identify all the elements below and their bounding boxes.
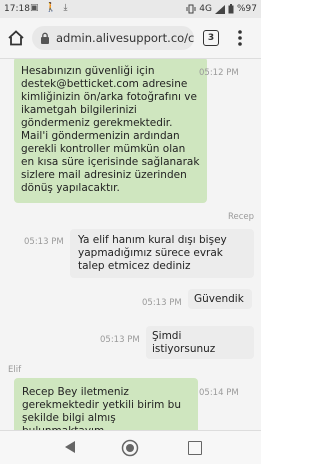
message-bubble-5: Recep Bey iletmeniz gerekmektedir yetkil… (14, 378, 198, 430)
vibrate-icon (186, 4, 196, 14)
network-type: 4G (199, 4, 212, 14)
status-right: 4G %97 (186, 4, 257, 14)
home-icon[interactable] (7, 29, 25, 47)
battery-percent: %97 (236, 4, 257, 14)
message-text-1: Hesabınızın güvenliği için destek@bettic… (21, 65, 200, 194)
sender-name-recep: Recep (228, 212, 255, 222)
status-bar: 17:18 ▣ 🚶 ⤓ 4G %97 (0, 0, 261, 18)
message-bubble-4: Şimdi istiyorsunuz (146, 326, 254, 359)
message-bubble-2: Ya elif hanım kural dışı bişey yapmadığı… (70, 229, 254, 278)
sim-icon: ▣ (30, 3, 41, 13)
walk-icon: 🚶 (45, 3, 59, 13)
message-bubble-3: Güvendik (188, 289, 252, 309)
status-notification-icons: ▣ 🚶 ⤓ (30, 3, 69, 13)
recents-icon[interactable] (188, 441, 202, 455)
browser-toolbar: admin.alivesupport.co/c 3 (0, 18, 261, 59)
tab-switcher-button[interactable]: 3 (203, 30, 219, 46)
status-time: 17:18 (4, 4, 30, 14)
back-icon[interactable] (64, 440, 76, 454)
message-time-2: 05:13 PM (24, 237, 64, 247)
message-text-4: Şimdi istiyorsunuz (152, 330, 216, 355)
battery-icon (228, 4, 234, 14)
sender-name-elif: Elif (8, 365, 22, 375)
url-text: admin.alivesupport.co/c (56, 31, 194, 45)
message-text-5: Recep Bey iletmeniz gerekmektedir yetkil… (22, 386, 181, 430)
home-circle-icon[interactable] (121, 439, 139, 457)
message-bubble-1: Hesabınızın güvenliği için destek@bettic… (14, 59, 207, 203)
lock-icon (41, 32, 49, 44)
system-nav-bar (0, 430, 261, 464)
message-text-3: Güvendik (194, 293, 244, 305)
chat-transcript: Hesabınızın güvenliği için destek@bettic… (0, 59, 261, 430)
message-time-4: 05:13 PM (100, 335, 140, 345)
message-time-1: 05:12 PM (199, 68, 239, 78)
message-time-3: 05:13 PM (142, 298, 182, 308)
message-time-5: 05:14 PM (199, 388, 239, 398)
address-bar[interactable]: admin.alivesupport.co/c (32, 26, 194, 50)
more-menu-icon[interactable] (236, 28, 244, 48)
download-icon: ⤓ (63, 3, 70, 13)
message-text-2: Ya elif hanım kural dışı bişey yapmadığı… (78, 234, 227, 272)
signal-icon (214, 4, 225, 14)
